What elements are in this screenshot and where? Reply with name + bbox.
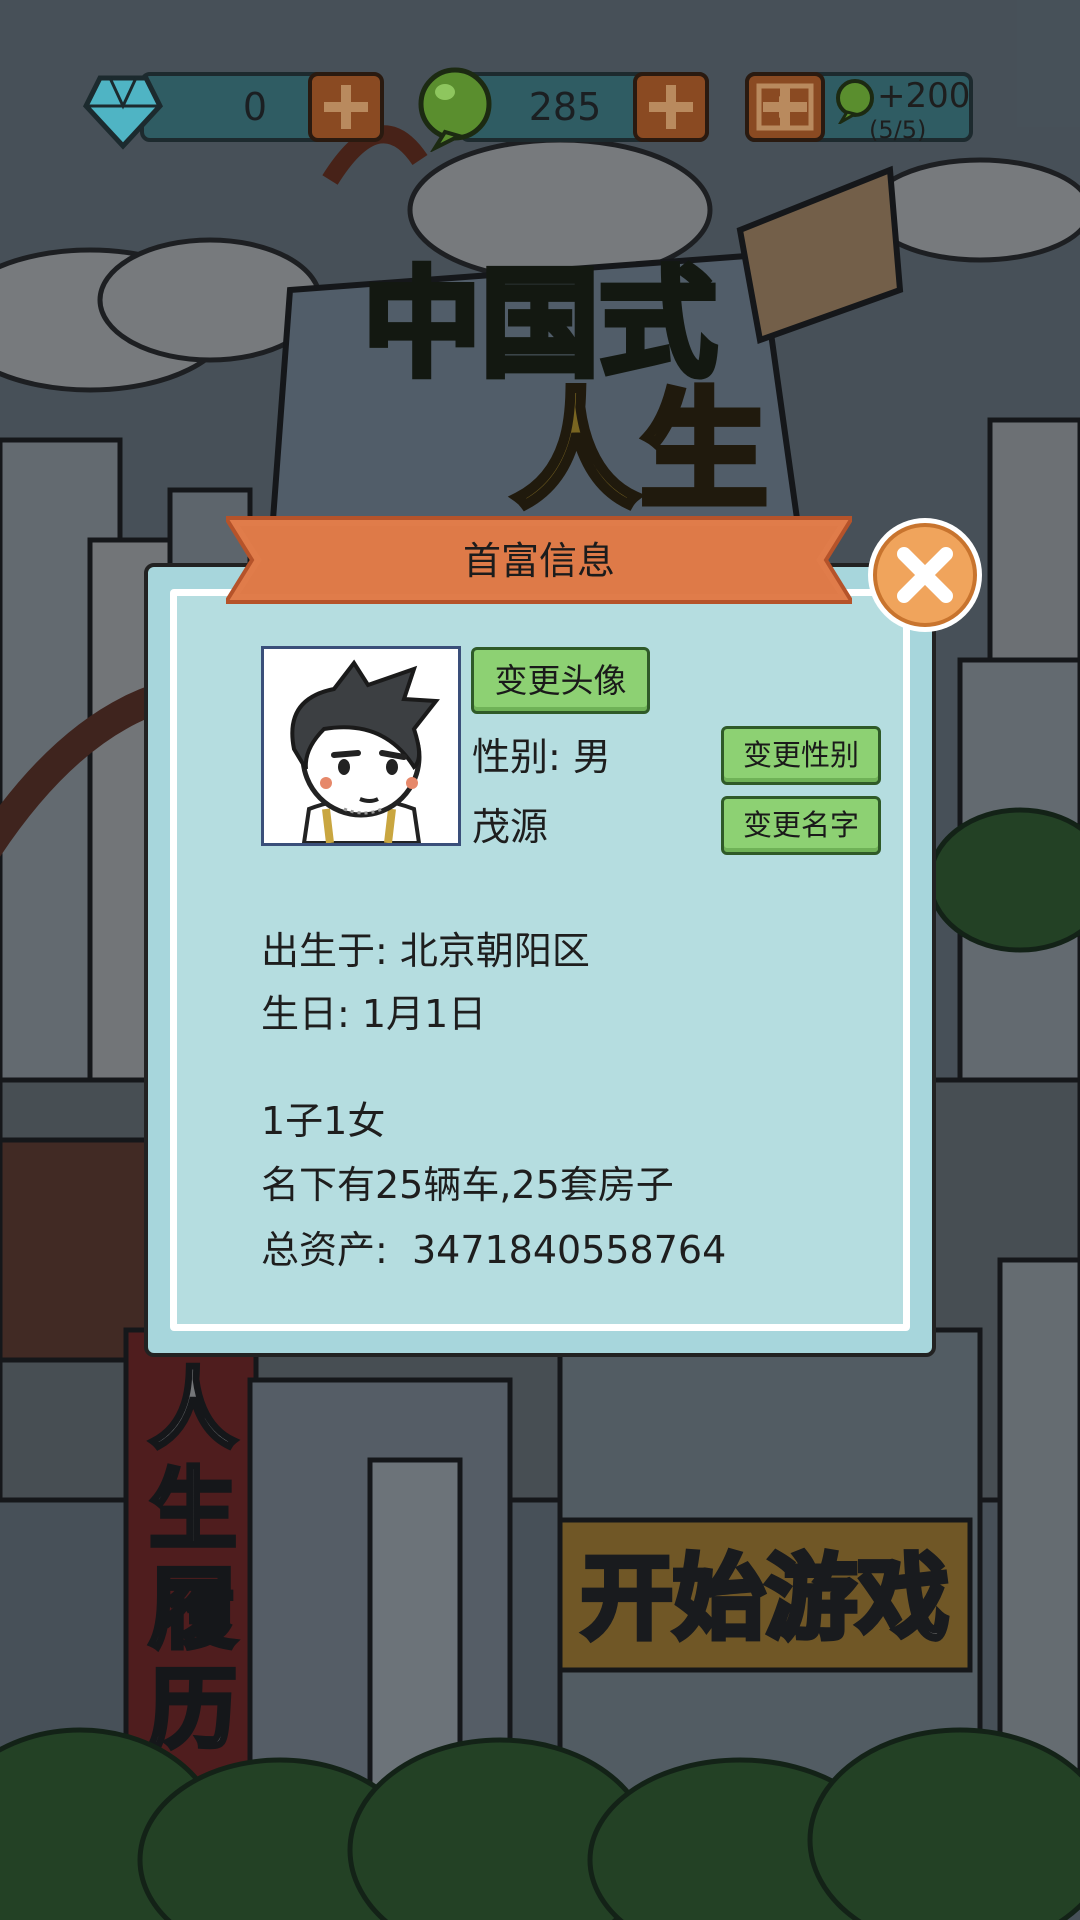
gems-value: 0 — [242, 85, 268, 129]
video-play-glyph — [756, 83, 814, 131]
birthday-text: 生日: 1月1日 — [261, 992, 487, 1036]
history-sign-char-1: 人 — [149, 1358, 237, 1461]
avatar-face-illustration — [264, 649, 458, 843]
history-sign-char-2: 生 — [149, 1458, 237, 1561]
start-game-sign-text: 开始游戏 — [581, 1545, 949, 1652]
video-reward-count: (5/5) — [869, 116, 927, 144]
close-dialog-button[interactable] — [864, 514, 986, 636]
owner-name-text: 茂源 — [472, 805, 549, 849]
change-name-button[interactable]: 变更名字 — [721, 796, 881, 855]
dialog-title: 首富信息 — [462, 539, 615, 583]
avatar — [261, 646, 461, 846]
video-reward-button[interactable]: +200 (5/5) — [745, 72, 975, 146]
game-logo-text-1: 中国式 — [363, 255, 717, 393]
total-assets-text: 总资产: 3471840558764 — [261, 1228, 727, 1272]
coins-value: 285 — [528, 85, 602, 129]
add-gems-button[interactable] — [308, 72, 384, 142]
coins-counter: 285 — [415, 67, 710, 152]
birthplace-text: 出生于: 北京朝阳区 — [261, 929, 590, 973]
game-logo-text-2: 人生 — [512, 377, 768, 526]
property-text: 名下有25辆车,25套房子 — [261, 1163, 674, 1207]
change-gender-button[interactable]: 变更性别 — [721, 726, 881, 785]
history-sign-char-3: 履 — [149, 1558, 237, 1661]
children-text: 1子1女 — [261, 1099, 386, 1143]
change-avatar-button[interactable]: 变更头像 — [471, 647, 650, 714]
video-reward-amount: +200 — [877, 76, 971, 116]
diamond-icon — [82, 75, 164, 150]
add-coins-button[interactable] — [633, 72, 709, 142]
gems-counter: 0 — [80, 72, 385, 150]
close-icon — [868, 518, 982, 632]
history-sign-char-4: 历 — [149, 1658, 237, 1761]
gender-text: 性别: 男 — [472, 735, 611, 779]
green-coin-icon — [418, 67, 492, 152]
